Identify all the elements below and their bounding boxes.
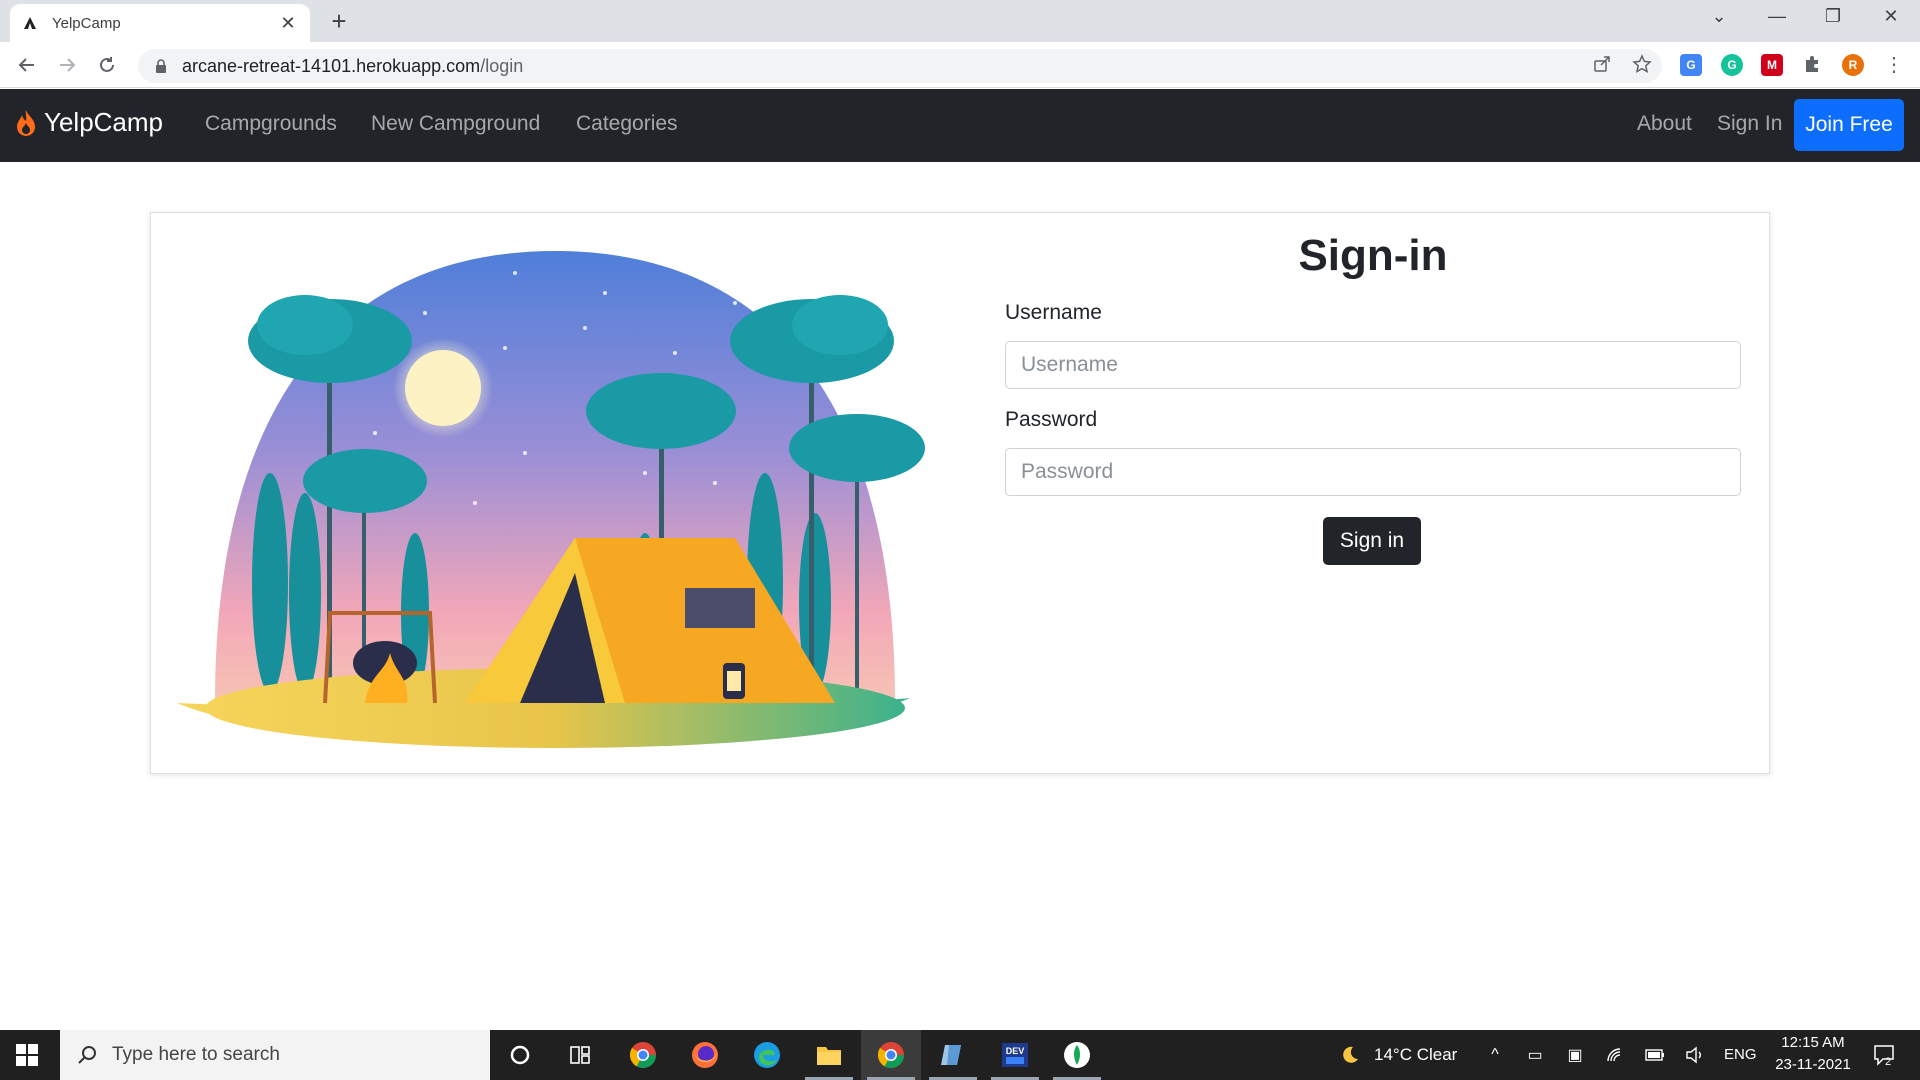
file-explorer-taskbar-icon[interactable] (799, 1030, 859, 1080)
red-extension-icon[interactable]: M (1761, 54, 1783, 76)
notification-count-badge: 2 (1885, 1056, 1892, 1068)
show-hidden-icons-icon[interactable]: ^ (1484, 1044, 1506, 1066)
dev-cpp-taskbar-icon[interactable]: DEV (985, 1030, 1045, 1080)
search-icon (78, 1046, 96, 1064)
firefox-taskbar-icon[interactable] (675, 1030, 735, 1080)
brand-link[interactable]: YelpCamp (14, 107, 163, 138)
search-placeholder: Type here to search (112, 1044, 280, 1065)
tab-title: YelpCamp (52, 14, 121, 32)
nav-link-about[interactable]: About (1637, 112, 1692, 136)
flame-logo-icon (17, 109, 35, 136)
minimize-icon[interactable]: — (1762, 6, 1792, 27)
windows-start-icon[interactable] (14, 1042, 40, 1068)
close-tab-icon[interactable]: ✕ (278, 13, 298, 34)
editor-taskbar-icon[interactable] (923, 1030, 983, 1080)
extensions-puzzle-icon[interactable] (1798, 50, 1826, 78)
translate-extension-icon[interactable]: G (1680, 54, 1702, 76)
site-navbar: YelpCamp Campgrounds New Campground Cate… (0, 89, 1920, 162)
task-view-icon[interactable] (550, 1030, 610, 1080)
taskbar-search[interactable]: Type here to search (60, 1030, 490, 1080)
mongodb-taskbar-icon[interactable] (1047, 1030, 1107, 1080)
tab-search-icon[interactable]: ⌄ (1704, 6, 1734, 27)
username-label: Username (1005, 301, 1102, 324)
clock-date[interactable]: 23-11-2021 (1768, 1056, 1858, 1073)
browser-tab-strip: YelpCamp ✕ + ⌄ — ❐ ✕ (0, 0, 1920, 42)
chrome-taskbar-icon[interactable] (613, 1030, 673, 1080)
wifi-icon[interactable] (1604, 1044, 1626, 1066)
campground-favicon-icon (24, 17, 36, 29)
bookmark-star-icon[interactable] (1628, 50, 1656, 78)
join-free-button[interactable]: Join Free (1794, 99, 1904, 151)
grammarly-extension-icon[interactable]: G (1721, 54, 1743, 76)
sign-in-button[interactable]: Sign in (1323, 517, 1421, 565)
share-icon[interactable] (1588, 50, 1616, 78)
new-tab-icon[interactable]: + (326, 8, 352, 34)
brand-name: YelpCamp (44, 107, 164, 137)
back-icon[interactable] (14, 52, 40, 78)
language-indicator[interactable]: ENG (1724, 1046, 1757, 1063)
nav-link-sign-in[interactable]: Sign In (1717, 112, 1782, 136)
nav-link-campgrounds[interactable]: Campgrounds (205, 112, 337, 136)
address-bar[interactable]: arcane-retreat-14101.herokuapp.com/login (138, 49, 1662, 83)
camping-illustration (177, 251, 925, 748)
reload-icon[interactable] (94, 52, 120, 78)
url-text: arcane-retreat-14101.herokuapp.com/login (182, 55, 524, 76)
chrome-open-taskbar-icon[interactable] (861, 1030, 921, 1080)
lock-icon (156, 59, 166, 73)
browser-toolbar: arcane-retreat-14101.herokuapp.com/login… (0, 42, 1920, 88)
password-input[interactable] (1005, 448, 1741, 496)
username-input[interactable] (1005, 341, 1741, 389)
profile-avatar[interactable]: R (1842, 54, 1864, 76)
edge-taskbar-icon[interactable] (737, 1030, 797, 1080)
nav-link-new-campground[interactable]: New Campground (371, 112, 540, 136)
browser-menu-icon[interactable]: ⋮ (1880, 50, 1908, 78)
weather-moon-icon[interactable] (1338, 1044, 1362, 1066)
login-card: Sign-in Username Password Sign in (150, 212, 1770, 774)
browser-tab[interactable]: YelpCamp ✕ (10, 4, 310, 42)
nav-link-categories[interactable]: Categories (576, 112, 678, 136)
weather-text[interactable]: 14°C Clear (1374, 1045, 1457, 1065)
password-label: Password (1005, 408, 1098, 431)
forward-icon[interactable] (54, 52, 80, 78)
meet-now-icon[interactable]: ▭ (1524, 1044, 1546, 1066)
clock-time[interactable]: 12:15 AM (1778, 1034, 1848, 1051)
signin-title: Sign-in (1298, 231, 1448, 280)
volume-icon[interactable] (1684, 1044, 1706, 1066)
close-window-icon[interactable]: ✕ (1876, 6, 1906, 27)
cortana-icon[interactable] (490, 1030, 550, 1080)
windows-taskbar: Type here to search DEV 14°C Clear ^ ▭ ▣ (0, 1030, 1920, 1080)
battery-icon[interactable] (1644, 1044, 1666, 1066)
svg-text:DEV: DEV (1006, 1046, 1025, 1056)
display-icon[interactable]: ▣ (1564, 1044, 1586, 1066)
restore-icon[interactable]: ❐ (1818, 6, 1848, 27)
signin-form: Sign-in Username Password Sign in (1005, 213, 1741, 775)
